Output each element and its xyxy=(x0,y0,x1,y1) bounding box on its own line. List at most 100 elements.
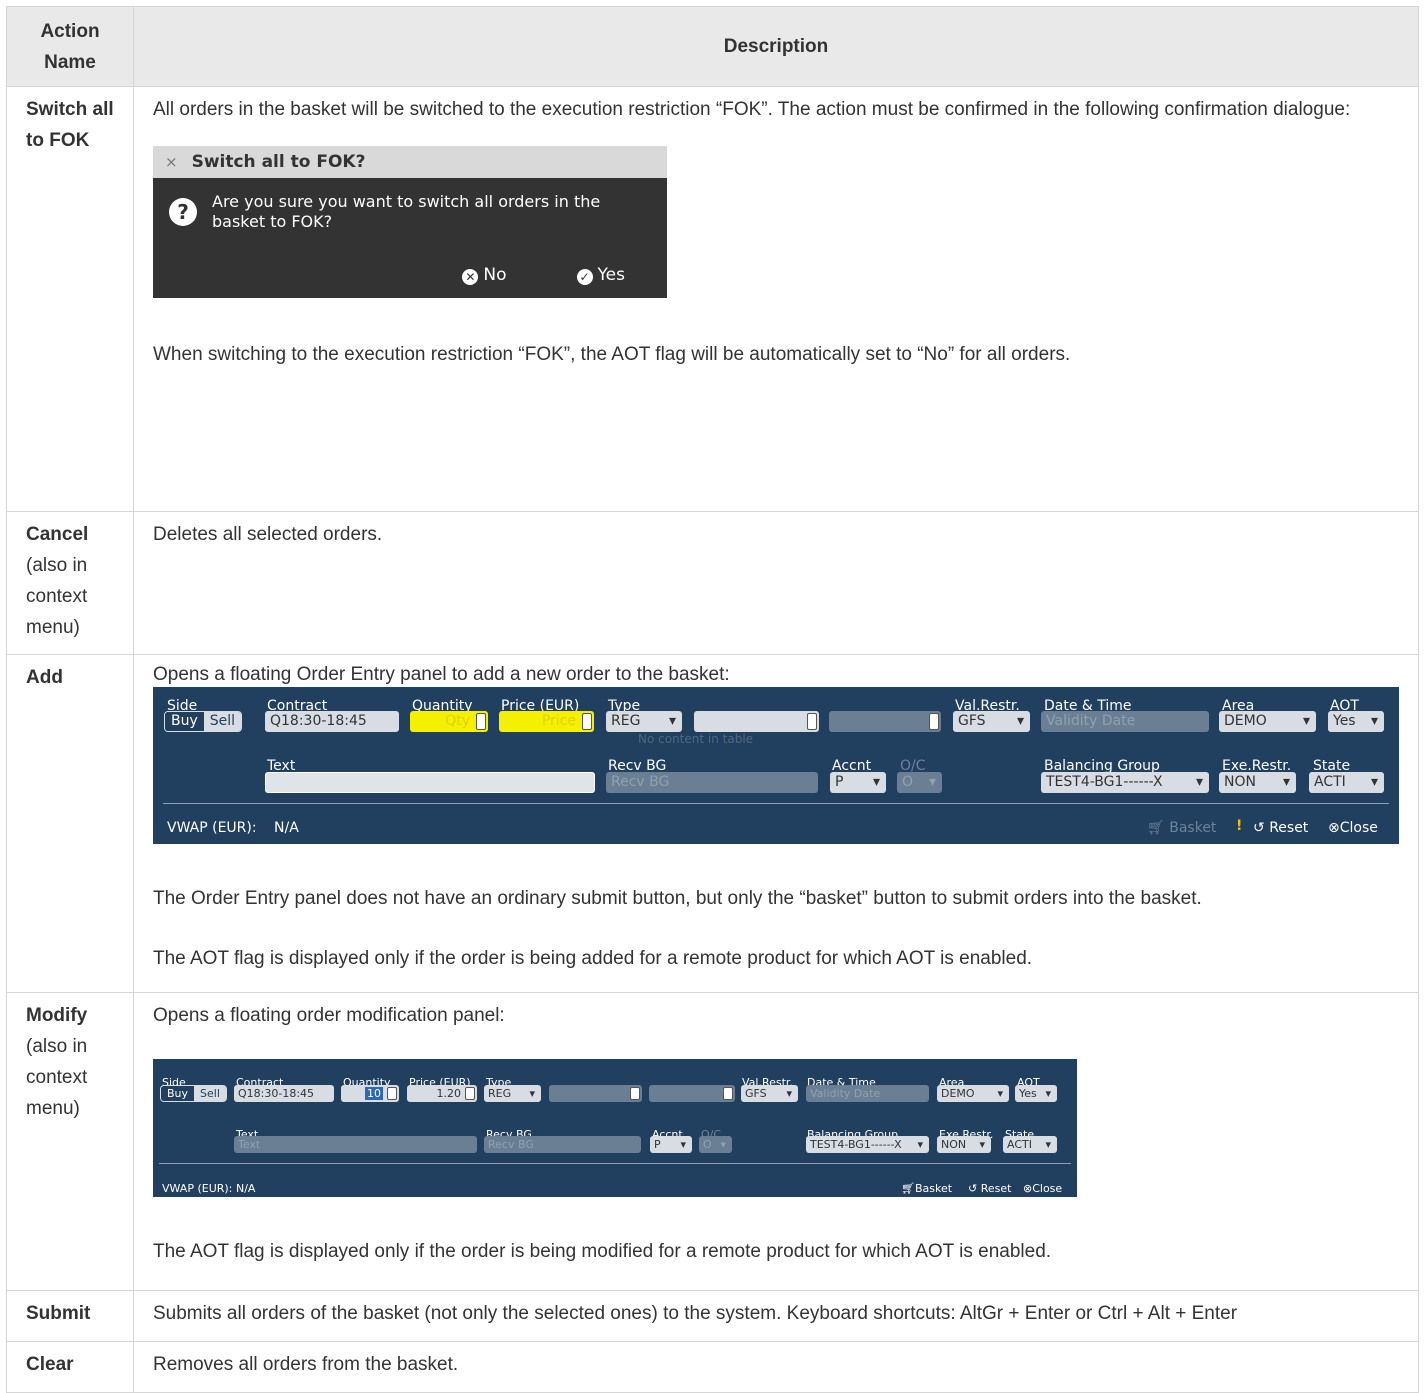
action-name-cell: Add xyxy=(6,654,134,993)
check-circle-icon: ✓ xyxy=(576,269,593,285)
quantity-field: Qty xyxy=(410,711,488,732)
action-name-cell: Clear xyxy=(6,1341,134,1393)
action-name: Clear xyxy=(26,1354,74,1375)
aot-select: Yes ▾ xyxy=(1015,1085,1057,1102)
description-text: Opens a floating order modification pane… xyxy=(153,1005,505,1026)
price-field: Price xyxy=(499,711,594,732)
description-cell: Submits all orders of the basket (not on… xyxy=(133,1290,1419,1342)
area-value: DEMO xyxy=(941,1087,975,1100)
exe-restr-select: NON ▾ xyxy=(1219,772,1296,793)
action-name-cell: Switch all to FOK xyxy=(6,86,134,512)
table-row-add: Add Opens a floating Order Entry panel t… xyxy=(6,654,1419,993)
dialog-message: Are you sure you want to switch all orde… xyxy=(212,192,601,231)
close-label: Close xyxy=(1032,1182,1063,1195)
vwap-label: VWAP (EUR): xyxy=(167,820,257,836)
val-restr-select: GFS ▾ xyxy=(741,1085,798,1102)
table-row-cancel: Cancel (also in context menu) Deletes all… xyxy=(6,511,1419,655)
chevron-down-icon: ▾ xyxy=(872,774,880,790)
action-name: Submit xyxy=(26,1303,91,1324)
date-field: Validity Date xyxy=(806,1085,929,1102)
close-icon: × xyxy=(165,153,178,171)
type-select: REG ▾ xyxy=(484,1085,541,1102)
aux-field-2 xyxy=(829,711,941,732)
chevron-down-icon: ▾ xyxy=(1016,713,1024,729)
area-select: DEMO ▾ xyxy=(937,1085,1009,1102)
chevron-down-icon: ▾ xyxy=(1370,774,1378,790)
dialog-title: Switch all to FOK? xyxy=(191,152,366,172)
close-icon: ⊗ xyxy=(1328,820,1340,836)
quantity-field: 10 xyxy=(341,1085,399,1102)
val-restr-value: GFS xyxy=(745,1087,767,1100)
recv-bg-field: Recv BG xyxy=(484,1136,641,1153)
chevron-down-icon: ▾ xyxy=(1370,713,1378,729)
type-value: REG xyxy=(488,1087,512,1100)
balancing-group-value: TEST4-BG1------X xyxy=(1046,774,1163,790)
exe-restr-select: NON ▾ xyxy=(937,1136,991,1153)
accnt-select: P ▾ xyxy=(650,1136,692,1153)
quantity-placeholder: Qty xyxy=(445,713,470,729)
no-label: No xyxy=(483,265,507,285)
oc-select: O ▾ xyxy=(897,772,942,793)
reset-label: Reset xyxy=(980,1182,1012,1195)
chevron-down-icon: ▾ xyxy=(1045,1138,1051,1151)
action-name: Switch all to FOK xyxy=(26,99,114,151)
area-select: DEMO ▾ xyxy=(1219,711,1316,732)
price-field: 1.20 xyxy=(407,1085,477,1102)
dialog-body: ? Are you sure you want to switch all or… xyxy=(153,178,667,232)
description-text: The AOT flag is displayed only if the or… xyxy=(153,948,1033,969)
chevron-down-icon: ▾ xyxy=(979,1138,985,1151)
action-name: Add xyxy=(26,667,63,688)
buy-option: Buy xyxy=(165,712,204,731)
basket-label: Basket xyxy=(914,1182,953,1195)
action-name-suffix: (also in context menu) xyxy=(26,1036,88,1119)
fok-confirmation-dialog-screenshot: × Switch all to FOK? ? Are you sure you w… xyxy=(153,146,667,298)
balancing-group-select: TEST4-BG1------X ▾ xyxy=(806,1136,929,1153)
spinner-icon xyxy=(582,713,592,730)
close-label: Close xyxy=(1339,820,1378,836)
balancing-group-value: TEST4-BG1------X xyxy=(810,1138,902,1151)
accnt-value: P xyxy=(835,774,844,790)
state-value: ACTI xyxy=(1314,774,1346,790)
chevron-down-icon: ▾ xyxy=(997,1087,1003,1100)
vwap-label: VWAP (EUR): xyxy=(162,1182,233,1195)
divider xyxy=(163,803,1389,804)
reset-button: ↺ Reset xyxy=(968,1173,1011,1204)
price-value: 1.20 xyxy=(436,1087,462,1100)
text-field: Text xyxy=(234,1136,477,1153)
table-row-submit: Submit Submits all orders of the basket … xyxy=(6,1290,1419,1342)
reset-button: ↺ Reset xyxy=(1253,813,1308,844)
description-cell: Opens a floating Order Entry panel to ad… xyxy=(133,654,1419,993)
close-button: ⊗Close xyxy=(1023,1173,1062,1204)
description-text: The AOT flag is displayed only if the or… xyxy=(153,1241,1052,1262)
description-cell: All orders in the basket will be switche… xyxy=(133,86,1419,512)
exe-restr-value: NON xyxy=(941,1138,967,1151)
chevron-down-icon: ▾ xyxy=(1302,713,1310,729)
aux-field-2 xyxy=(649,1085,735,1102)
chevron-down-icon: ▾ xyxy=(917,1138,923,1151)
action-name: Modify xyxy=(26,1005,88,1026)
cart-icon: 🛒︎ xyxy=(1147,820,1170,836)
chevron-down-icon: ▾ xyxy=(1045,1087,1051,1100)
side-toggle: Buy Sell xyxy=(164,711,243,732)
vwap-value: N/A xyxy=(274,820,299,836)
buy-option: Buy xyxy=(161,1086,195,1101)
aux-field-1 xyxy=(549,1085,642,1102)
balancing-group-select: TEST4-BG1------X ▾ xyxy=(1041,772,1209,793)
action-name-cell: Submit xyxy=(6,1290,134,1342)
description-cell: Opens a floating order modification pane… xyxy=(133,992,1419,1291)
price-placeholder: Price xyxy=(541,713,576,729)
contract-field: Q18:30-18:45 xyxy=(234,1085,334,1102)
spinner-icon xyxy=(465,1087,475,1100)
order-entry-panel-screenshot: Side Contract Quantity Price (EUR) Type … xyxy=(153,687,1399,844)
chevron-down-icon: ▾ xyxy=(720,1138,726,1151)
action-name-cell: Modify (also in context menu) xyxy=(6,992,134,1291)
close-button: ⊗Close xyxy=(1328,813,1378,844)
order-modification-panel-screenshot: Side Contract Quantity Price (EUR) Type … xyxy=(153,1059,1077,1197)
actions-table: Action Name Description Switch all to FO… xyxy=(6,6,1419,1393)
yes-label: Yes xyxy=(597,265,625,285)
description-text: Removes all orders from the basket. xyxy=(153,1354,459,1375)
state-select: ACTI ▾ xyxy=(1309,772,1384,793)
basket-button: 🛒︎ Basket xyxy=(1147,813,1216,844)
basket-label: Basket xyxy=(1169,820,1217,836)
action-name-suffix: (also in context menu) xyxy=(26,555,88,638)
